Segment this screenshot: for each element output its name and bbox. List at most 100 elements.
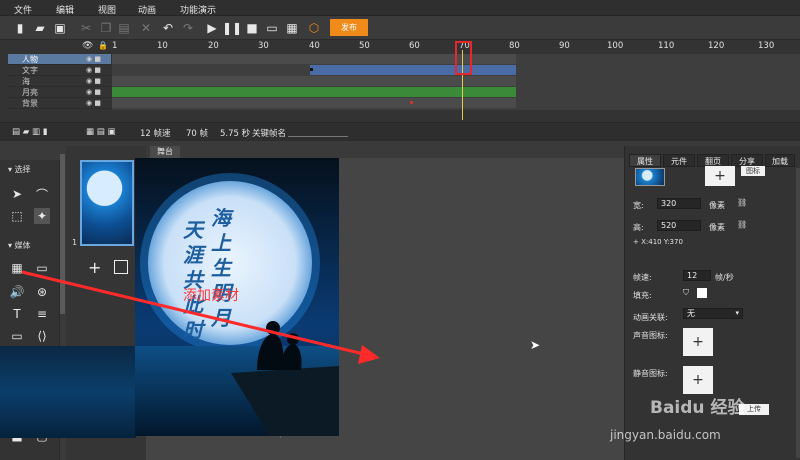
code-icon[interactable]: ⟨⟩ bbox=[34, 328, 50, 344]
image-icon[interactable]: ▭ bbox=[34, 260, 50, 276]
open-folder-icon[interactable]: ▰ bbox=[32, 20, 48, 36]
shape-select-icon[interactable]: ✦ bbox=[34, 208, 50, 224]
cover-thumbnail[interactable] bbox=[635, 168, 665, 186]
lock-icon[interactable]: 🔒 bbox=[98, 41, 108, 50]
fps-readout: 12 帧速 bbox=[140, 129, 171, 139]
track-text[interactable] bbox=[310, 65, 516, 75]
menu-file[interactable]: 文件 bbox=[14, 3, 32, 16]
width-unit: 像素 bbox=[709, 201, 725, 210]
mouse-cursor-icon: ➤ bbox=[530, 338, 541, 352]
lock-icon[interactable]: ◉ ■ bbox=[86, 88, 101, 96]
menu-animation[interactable]: 动画 bbox=[138, 3, 156, 16]
annotation-label: 添加素材 bbox=[183, 288, 239, 304]
comment-icon[interactable]: ▭ bbox=[9, 328, 25, 344]
play-icon[interactable]: ▶ bbox=[204, 20, 220, 36]
frame-tools-icon[interactable]: ▦ ▤ ▣ bbox=[86, 127, 116, 137]
layer-row-person[interactable]: 人物 ◉ ■ bbox=[8, 54, 111, 65]
height-unit: 像素 bbox=[709, 223, 725, 232]
lock-icon[interactable]: ◉ ■ bbox=[86, 66, 101, 74]
grid-media-icon[interactable]: ▦ bbox=[9, 260, 25, 276]
partial-button[interactable]: 图标 bbox=[741, 166, 765, 176]
tab-stage[interactable]: 舞台 bbox=[150, 146, 180, 158]
track-moon[interactable] bbox=[112, 87, 516, 97]
menu-bar: 文件 编辑 视图 动画 功能演示 bbox=[0, 0, 800, 16]
layer-row-background[interactable]: 背景 ◉ ■ bbox=[8, 98, 111, 109]
tick-label: 60 bbox=[409, 41, 420, 51]
qrcode-icon[interactable]: ▦ bbox=[284, 20, 300, 36]
add-layer-icon[interactable]: ▤ ▰ ▥ ▮ bbox=[12, 127, 47, 137]
poster-line-1: 海上生明月 bbox=[211, 206, 231, 330]
lock-icon[interactable]: ◉ ■ bbox=[86, 55, 101, 63]
timeline-status-bar: ▤ ▰ ▥ ▮ ▦ ▤ ▣ 12 帧速 70 帧 5.75 秒 关键帧名 bbox=[0, 122, 800, 141]
keyframe-name-input[interactable] bbox=[288, 136, 348, 137]
link-icon[interactable]: ⛓ bbox=[737, 198, 747, 207]
pointer-tool-icon[interactable]: ➤ bbox=[9, 186, 25, 202]
sound-icon[interactable]: 🔊 bbox=[9, 284, 25, 300]
undo-icon[interactable]: ↶ bbox=[160, 20, 176, 36]
menu-view[interactable]: 视图 bbox=[98, 3, 116, 16]
mute-icon-add-button[interactable]: + bbox=[683, 366, 713, 394]
layer-row-text[interactable]: 文字 ◉ ■ bbox=[8, 65, 111, 76]
keyframe-marker[interactable] bbox=[410, 101, 413, 104]
video-icon[interactable]: ⊛ bbox=[34, 284, 50, 300]
tab-symbols[interactable]: 元件 bbox=[663, 154, 695, 167]
layer-row-moon[interactable]: 月亮 ◉ ■ bbox=[8, 87, 111, 98]
section-media[interactable]: ▾ 媒体 bbox=[0, 240, 60, 254]
paragraph-icon[interactable]: ≡ bbox=[34, 306, 50, 322]
props-scrollbar[interactable] bbox=[796, 168, 800, 458]
menu-edit[interactable]: 编辑 bbox=[56, 3, 74, 16]
layer-name: 文字 bbox=[22, 66, 38, 75]
fill-bucket-icon[interactable]: ⛉ bbox=[683, 288, 689, 298]
sea-overflow[interactable] bbox=[0, 346, 136, 438]
stop-icon[interactable]: ■ bbox=[244, 20, 260, 36]
height-input[interactable]: 520 bbox=[657, 220, 701, 231]
frame-count: 70 帧 bbox=[186, 129, 209, 139]
insert-scene-icon[interactable] bbox=[114, 260, 128, 274]
delete-icon[interactable]: ✕ bbox=[138, 20, 154, 36]
toolbar: ▮ ▰ ▣ ✂ ❐ ▤ ✕ ↶ ↷ ▶ ❚❚ ■ ▭ ▦ ⬡ 发布 bbox=[0, 16, 800, 40]
mute-icon-label: 静音图标: bbox=[633, 369, 668, 378]
publish-button[interactable]: 发布 bbox=[330, 19, 368, 36]
section-select[interactable]: ▾ 选择 bbox=[0, 164, 60, 178]
duration-readout: 5.75 秒 bbox=[220, 129, 251, 139]
new-file-icon[interactable]: ▮ bbox=[12, 20, 28, 36]
tab-properties[interactable]: 属性 bbox=[629, 154, 661, 167]
bend-tool-icon[interactable]: ⌒ bbox=[34, 186, 50, 202]
layer-name: 人物 bbox=[22, 55, 38, 64]
fps-input[interactable]: 12 bbox=[683, 270, 711, 281]
track-background[interactable] bbox=[112, 98, 516, 108]
cut-icon[interactable]: ✂ bbox=[78, 20, 94, 36]
scene-thumbnail[interactable] bbox=[80, 160, 134, 246]
copy-icon[interactable]: ❐ bbox=[98, 20, 114, 36]
menu-feature-demo[interactable]: 功能演示 bbox=[180, 3, 216, 16]
paste-icon[interactable]: ▤ bbox=[116, 20, 132, 36]
poster-line-2: 天涯共此时 bbox=[183, 218, 203, 342]
tab-loading[interactable]: 加载 bbox=[765, 154, 795, 167]
save-icon[interactable]: ▣ bbox=[52, 20, 68, 36]
text-tool-icon[interactable]: T bbox=[9, 306, 25, 322]
pause-icon[interactable]: ❚❚ bbox=[222, 20, 242, 36]
tick-label: 80 bbox=[509, 41, 520, 51]
layer-name: 背景 bbox=[22, 99, 38, 108]
redo-icon[interactable]: ↷ bbox=[180, 20, 196, 36]
width-input[interactable]: 320 bbox=[657, 198, 701, 209]
link-icon[interactable]: ⛓ bbox=[737, 220, 747, 229]
eye-icon[interactable]: 👁 bbox=[82, 41, 93, 51]
cover-add-button[interactable]: + bbox=[705, 166, 735, 186]
tick-label: 40 bbox=[309, 41, 320, 51]
transform-tool-icon[interactable]: ⬚ bbox=[9, 208, 25, 224]
layer-name: 月亮 bbox=[22, 88, 38, 97]
fill-color-swatch[interactable] bbox=[697, 288, 707, 298]
add-scene-icon[interactable]: + bbox=[88, 258, 101, 277]
lock-icon[interactable]: ◉ ■ bbox=[86, 77, 101, 85]
layer-row-sea[interactable]: 海 ◉ ■ bbox=[8, 76, 111, 87]
preview-icon[interactable]: ▭ bbox=[264, 20, 280, 36]
lock-icon[interactable]: ◉ ■ bbox=[86, 99, 101, 107]
tick-label: 120 bbox=[708, 41, 725, 51]
html5-icon[interactable]: ⬡ bbox=[306, 20, 322, 36]
sound-icon-add-button[interactable]: + bbox=[683, 328, 713, 356]
scene-scrollbar[interactable] bbox=[60, 154, 65, 314]
anim-link-select[interactable]: 无 ▾ bbox=[683, 308, 743, 319]
keyframe-marker[interactable] bbox=[310, 68, 313, 71]
track-sea[interactable] bbox=[112, 76, 516, 86]
